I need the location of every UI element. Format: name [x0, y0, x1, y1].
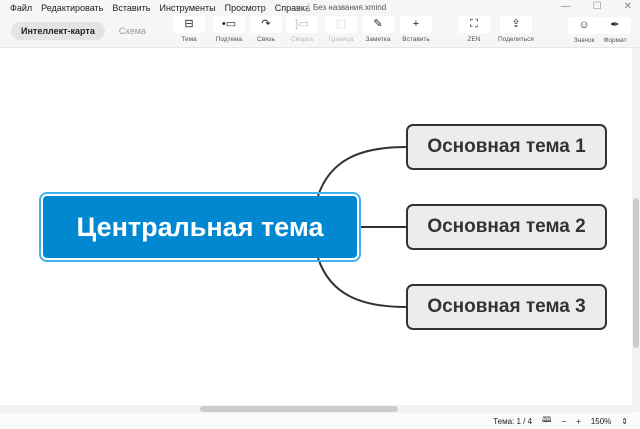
- main-topic-1[interactable]: Основная тема 1: [406, 124, 607, 170]
- map-view-icon[interactable]: 🕮: [542, 414, 551, 428]
- vertical-scrollbar[interactable]: [632, 48, 640, 412]
- zoom-in-button[interactable]: +: [576, 417, 581, 426]
- zoom-level[interactable]: 150%: [591, 417, 611, 426]
- horizontal-scrollbar[interactable]: [0, 405, 632, 413]
- connector-topic-3: [317, 257, 407, 308]
- main-topic-2[interactable]: Основная тема 2: [406, 204, 607, 250]
- zoom-toggle-icon[interactable]: ⇕: [621, 417, 628, 426]
- horizontal-scroll-thumb[interactable]: [200, 406, 398, 412]
- vertical-scroll-thumb[interactable]: [633, 198, 639, 348]
- central-topic[interactable]: Центральная тема: [39, 192, 361, 262]
- zoom-out-button[interactable]: −: [561, 417, 566, 426]
- topic-count: Тема: 1 / 4: [493, 416, 533, 426]
- main-topic-3[interactable]: Основная тема 3: [406, 284, 607, 330]
- status-bar: Тема: 1 / 4 🕮 − + 150% ⇕: [0, 413, 640, 429]
- connector-topic-1: [317, 146, 407, 197]
